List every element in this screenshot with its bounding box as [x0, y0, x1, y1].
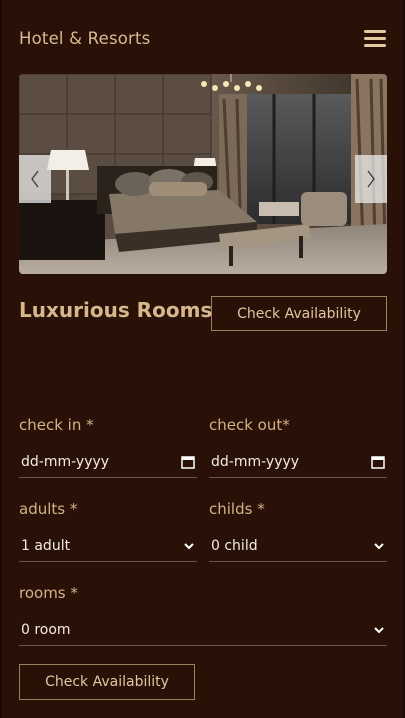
hamburger-menu-icon[interactable] [364, 28, 388, 48]
menu-bar [364, 37, 386, 40]
calendar-icon [371, 455, 385, 469]
childs-select[interactable]: 0 child [209, 530, 387, 562]
page: Hotel & Resorts Luxurious Rooms Check Av… [0, 0, 405, 718]
slider-prev-button[interactable] [19, 155, 51, 203]
rooms-label: rooms * [19, 584, 78, 602]
adults-value: 1 adult [21, 537, 71, 554]
check-out-label: check out* [209, 416, 290, 434]
brand-title[interactable]: Hotel & Resorts [19, 29, 150, 48]
chevron-left-icon [31, 170, 39, 188]
calendar-icon [181, 455, 195, 469]
adults-label: adults * [19, 500, 78, 518]
check-in-value: dd-mm-yyyy [21, 453, 110, 470]
rooms-select[interactable]: 0 room [19, 614, 387, 646]
check-out-field[interactable]: dd-mm-yyyy [209, 446, 387, 478]
rooms-value: 0 room [21, 621, 71, 638]
check-in-label: check in * [19, 416, 94, 434]
image-slider[interactable] [19, 74, 387, 274]
check-availability-button-top[interactable]: Check Availability [211, 296, 387, 331]
check-availability-button[interactable]: Check Availability [19, 664, 195, 700]
adults-select[interactable]: 1 adult [19, 530, 197, 562]
childs-value: 0 child [211, 537, 258, 554]
luxurious-bedroom-photo [19, 74, 387, 274]
chevron-right-icon [367, 170, 375, 188]
childs-label: childs * [209, 500, 265, 518]
chevron-down-icon [184, 542, 194, 549]
chevron-down-icon [374, 542, 384, 549]
menu-bar [364, 44, 386, 47]
menu-bar [364, 30, 386, 33]
chevron-down-icon [374, 626, 384, 633]
check-in-field[interactable]: dd-mm-yyyy [19, 446, 197, 478]
check-out-value: dd-mm-yyyy [211, 453, 300, 470]
slider-next-button[interactable] [355, 155, 387, 203]
section-title: Luxurious Rooms [19, 298, 213, 322]
